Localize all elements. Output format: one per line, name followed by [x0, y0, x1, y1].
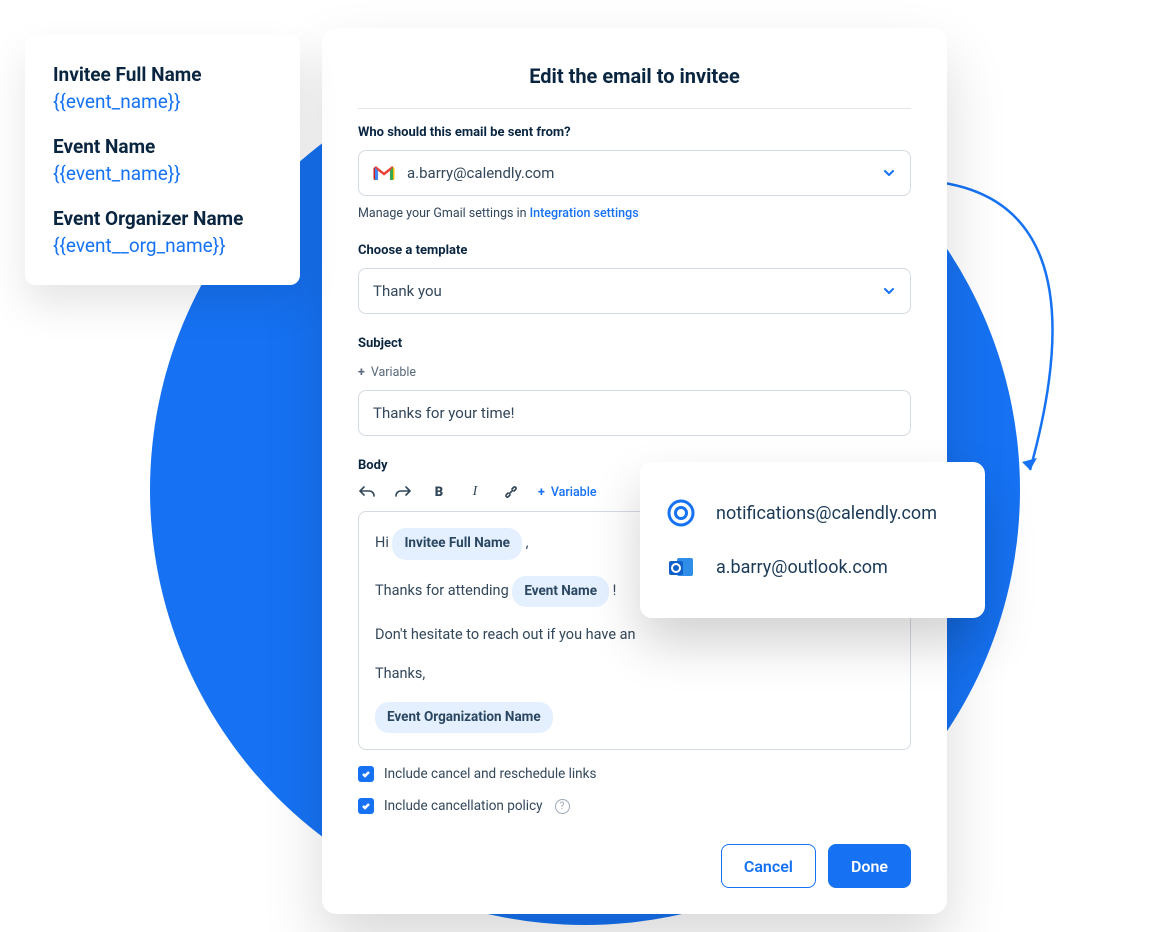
include-cancel-label: Include cancel and reschedule links [384, 766, 596, 782]
sender-label: Who should this email be sent from? [358, 125, 911, 140]
sender-selected-value: a.barry@calendly.com [407, 164, 554, 182]
undo-icon[interactable] [358, 483, 376, 501]
subject-input[interactable] [358, 390, 911, 436]
sender-option-outlook[interactable]: a.barry@outlook.com [662, 540, 963, 594]
sender-option-calendly[interactable]: notifications@calendly.com [662, 486, 963, 540]
variable-chip-invitee-name[interactable]: Invitee Full Name [392, 528, 522, 560]
variable-label: Event Name [53, 135, 272, 158]
variable-token: {{event_name}} [53, 90, 272, 113]
template-selected-value: Thank you [373, 282, 442, 300]
modal-title: Edit the email to invitee [358, 64, 911, 109]
calendly-icon [666, 498, 696, 528]
include-cancel-row: Include cancel and reschedule links [358, 766, 911, 782]
plus-icon: + [538, 485, 545, 500]
sender-option-email: a.barry@outlook.com [716, 557, 888, 578]
variable-label: Event Organizer Name [53, 207, 272, 230]
plus-icon: + [358, 365, 365, 380]
modal-footer: Cancel Done [358, 844, 911, 888]
italic-icon[interactable]: I [466, 483, 484, 501]
variable-token: {{event__org_name}} [53, 234, 272, 257]
bold-icon[interactable]: B [430, 483, 448, 501]
chevron-down-icon [882, 166, 896, 180]
cancel-button[interactable]: Cancel [721, 844, 816, 888]
variable-row: Invitee Full Name {{event_name}} [53, 63, 272, 113]
gmail-icon [373, 164, 395, 182]
include-policy-checkbox[interactable] [358, 798, 374, 814]
include-policy-label: Include cancellation policy [384, 798, 543, 814]
sender-select[interactable]: a.barry@calendly.com [358, 150, 911, 196]
chevron-down-icon [882, 284, 896, 298]
template-select[interactable]: Thank you [358, 268, 911, 314]
link-icon[interactable] [502, 483, 520, 501]
template-label: Choose a template [358, 243, 911, 258]
integration-settings-link[interactable]: Integration settings [530, 206, 639, 221]
body-add-variable[interactable]: + Variable [538, 485, 597, 500]
outlook-icon [666, 552, 696, 582]
include-cancel-checkbox[interactable] [358, 766, 374, 782]
sender-option-email: notifications@calendly.com [716, 503, 937, 524]
help-icon[interactable]: ? [555, 799, 570, 814]
done-button[interactable]: Done [828, 844, 911, 888]
variable-chip-org-name[interactable]: Event Organization Name [375, 702, 553, 734]
sender-helper-text: Manage your Gmail settings in Integratio… [358, 206, 911, 221]
variable-row: Event Organizer Name {{event__org_name}} [53, 207, 272, 257]
include-policy-row: Include cancellation policy ? [358, 798, 911, 814]
variable-token: {{event_name}} [53, 162, 272, 185]
subject-label: Subject [358, 336, 911, 351]
sender-dropdown-popover: notifications@calendly.com a.barry@outlo… [640, 462, 985, 618]
variable-chip-event-name[interactable]: Event Name [512, 576, 609, 608]
subject-add-variable[interactable]: + Variable [358, 365, 416, 380]
redo-icon[interactable] [394, 483, 412, 501]
variables-card: Invitee Full Name {{event_name}} Event N… [25, 35, 300, 285]
variable-label: Invitee Full Name [53, 63, 272, 86]
variable-row: Event Name {{event_name}} [53, 135, 272, 185]
